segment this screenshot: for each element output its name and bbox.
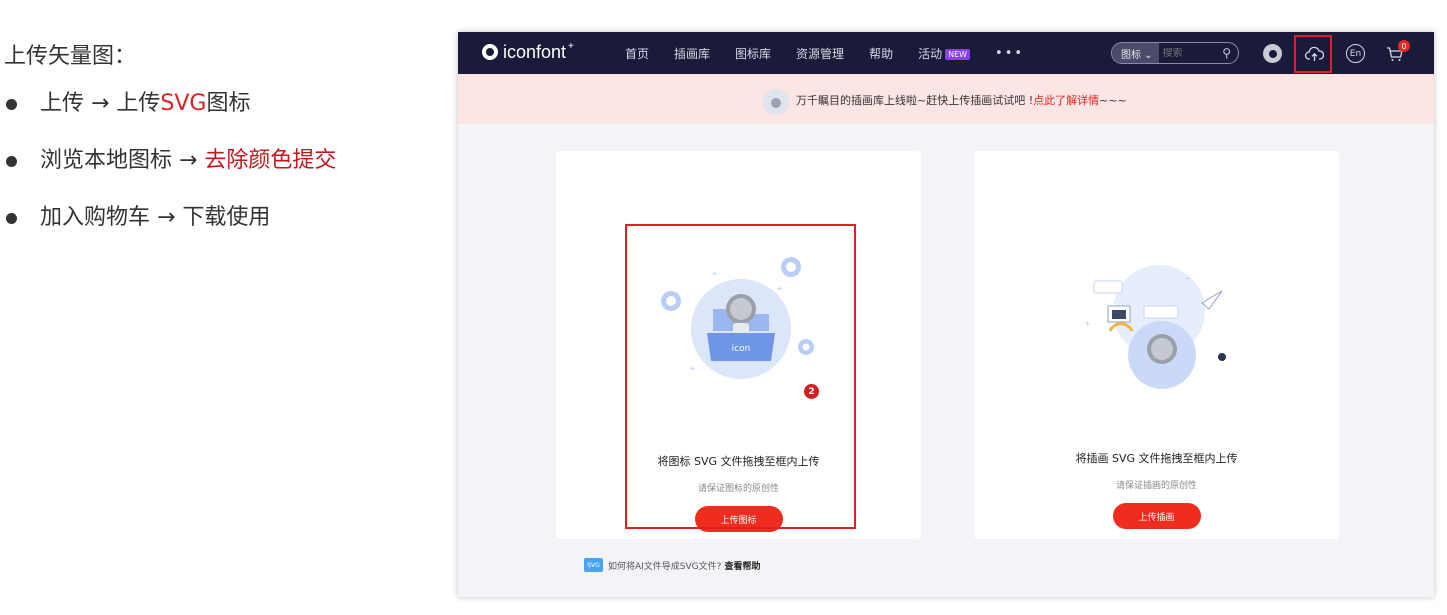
nav-illustrations[interactable]: 插画库 (674, 45, 710, 62)
bullet-icon (6, 156, 17, 167)
notes-item-text: 图标 (206, 91, 251, 116)
svg-text:+: + (1184, 274, 1191, 283)
search-scope-select[interactable]: 图标 ⌄ (1112, 43, 1159, 63)
svg-help-row: SVG 如何将AI文件导成SVG文件? 查看帮助 (584, 558, 760, 572)
nav-help[interactable]: 帮助 (869, 45, 893, 62)
illustration-card-title: 将插画 SVG 文件拖拽至框内上传 (1075, 452, 1238, 465)
banner-details-link[interactable]: 点此了解详情 (1033, 94, 1099, 107)
logo-plus: + (568, 40, 574, 52)
user-avatar-icon[interactable] (1263, 44, 1282, 63)
main-nav: 首页 插画库 图标库 资源管理 帮助 活动 NEW ••• (625, 32, 1024, 74)
highlight-box-icon-card (625, 224, 856, 529)
svg-text:+: + (1084, 319, 1091, 328)
notes-list: 上传 → 上传SVG图标 浏览本地图标 → 去除颜色提交 加入购物车 → 下载使… (0, 88, 440, 259)
search-input[interactable] (1158, 47, 1223, 59)
notes-item-upload: 上传 → 上传SVG图标 (0, 88, 440, 145)
illustration-card-subtitle: 请保证插画的原创性 (1115, 481, 1197, 491)
notes-item-browse: 浏览本地图标 → 去除颜色提交 (0, 145, 440, 202)
language-switch[interactable]: En (1346, 44, 1365, 63)
nav-icons[interactable]: 图标库 (735, 45, 771, 62)
top-navbar: iconfont + 首页 插画库 图标库 资源管理 帮助 活动 NEW ••• … (458, 32, 1434, 74)
notes-title: 上传矢量图： (4, 44, 137, 69)
notes-item-text: 浏览本地图标 → (40, 148, 205, 173)
notes-item-highlight: SVG (160, 91, 207, 116)
nav-resources[interactable]: 资源管理 (796, 45, 844, 62)
highlight-box-upload (1294, 35, 1332, 73)
more-icon[interactable]: ••• (995, 46, 1024, 61)
step-marker-2: 2 (804, 384, 819, 399)
announcement-banner: 万千瞩目的插画库上线啦~赶快上传插画试试吧 !点此了解详情~~~ (458, 74, 1434, 124)
iconfont-logo[interactable]: iconfont + (482, 40, 574, 64)
notes-item-text: 加入购物车 → 下载使用 (40, 205, 271, 230)
nav-activity-label: 活动 (918, 46, 943, 61)
svg-file-icon: SVG (584, 558, 603, 572)
iconfont-screenshot: iconfont + 首页 插画库 图标库 资源管理 帮助 活动 NEW ••• … (458, 32, 1434, 597)
notes-item-cart: 加入购物车 → 下载使用 (0, 202, 440, 259)
notes-panel: 上传矢量图： 上传 → 上传SVG图标 浏览本地图标 → 去除颜色提交 加入购物… (0, 38, 440, 259)
banner-text: 万千瞩目的插画库上线啦~赶快上传插画试试吧 !点此了解详情~~~ (796, 92, 1127, 108)
logo-text: iconfont (503, 41, 567, 62)
cart-count-badge: 0 (1398, 40, 1410, 52)
notes-item-highlight: 去除颜色提交 (204, 148, 337, 173)
svg-help-text: 如何将AI文件导成SVG文件? (608, 561, 722, 572)
logo-icon (482, 44, 498, 60)
search-box: 图标 ⌄ ⚲ (1111, 42, 1239, 64)
search-icon[interactable]: ⚲ (1222, 46, 1231, 60)
new-badge: NEW (945, 48, 971, 60)
banner-message: 万千瞩目的插画库上线啦~赶快上传插画试试吧 ! (796, 94, 1034, 107)
bullet-icon (6, 213, 17, 224)
nav-home[interactable]: 首页 (625, 45, 649, 62)
svg-help-link[interactable]: 查看帮助 (724, 559, 760, 572)
notes-item-text: 上传 → 上传 (40, 91, 161, 116)
bullet-icon (6, 99, 17, 110)
nav-activity[interactable]: 活动 NEW (918, 45, 971, 62)
upload-illustration-button[interactable]: 上传插画 (1112, 503, 1201, 529)
upload-illustration-card[interactable]: + + 将插画 SVG 文件拖拽至框内上传 请保证插画的原创性 上传插画 (974, 151, 1339, 539)
banner-tail: ~~~ (1099, 94, 1127, 107)
banner-illustration-icon (763, 89, 789, 115)
illustration-upload-illustration: + + (1084, 265, 1234, 389)
